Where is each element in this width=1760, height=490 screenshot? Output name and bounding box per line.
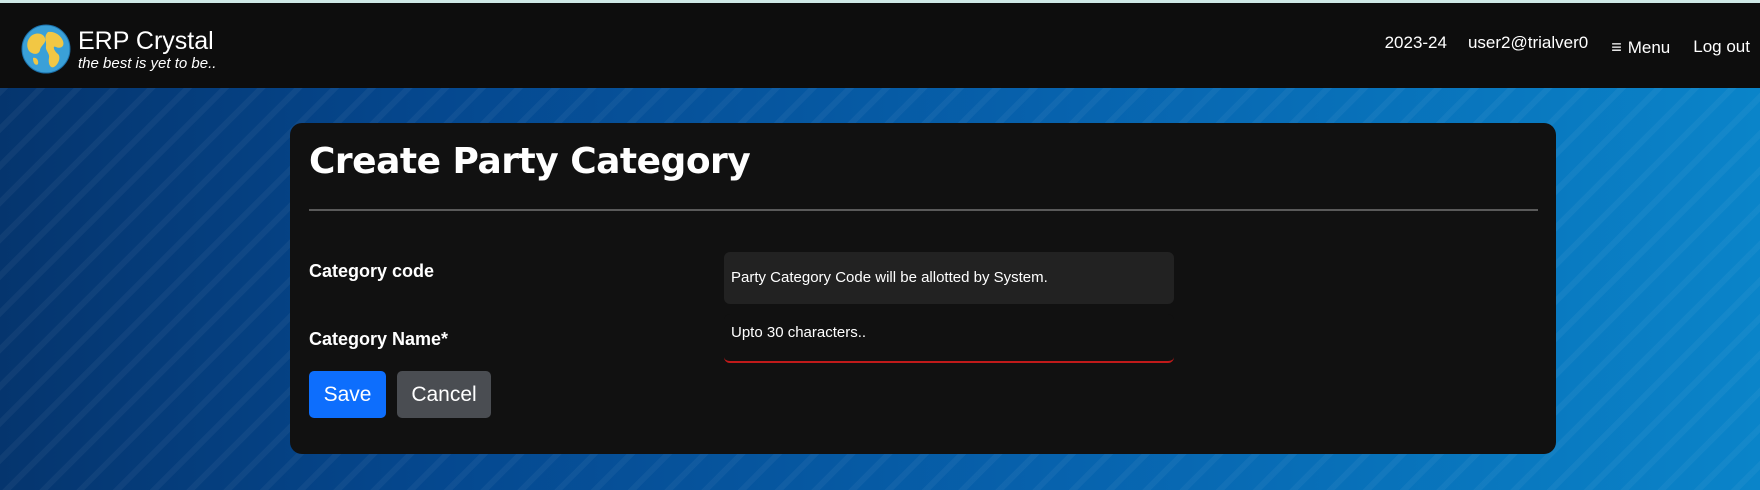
brand-title: ERP Crystal bbox=[78, 26, 214, 55]
form-card: Create Party Category Category code Part… bbox=[290, 123, 1556, 454]
menu-button[interactable]: ≡ Menu bbox=[1611, 37, 1670, 58]
globe-icon bbox=[21, 24, 71, 74]
fiscal-year[interactable]: 2023-24 bbox=[1385, 33, 1447, 53]
category-name-label: Category Name* bbox=[309, 329, 449, 349]
brand[interactable]: ERP Crystal the best is yet to be.. bbox=[21, 24, 216, 74]
cancel-button[interactable]: Cancel bbox=[397, 371, 491, 418]
menu-label: Menu bbox=[1627, 37, 1671, 57]
user-name[interactable]: user2@trialver0 bbox=[1468, 33, 1588, 53]
category-name-input[interactable] bbox=[724, 314, 1174, 363]
page-title: Create Party Category bbox=[309, 141, 751, 182]
logout-link[interactable]: Log out bbox=[1693, 37, 1750, 57]
navbar: ERP Crystal the best is yet to be.. 2023… bbox=[0, 3, 1760, 88]
category-code-field: Party Category Code will be allotted by … bbox=[724, 252, 1174, 304]
category-code-label: Category code bbox=[309, 261, 435, 281]
brand-tagline: the best is yet to be.. bbox=[78, 54, 217, 72]
hamburger-icon: ≡ bbox=[1611, 37, 1622, 57]
save-button[interactable]: Save bbox=[309, 371, 386, 418]
navbar-right: 2023-24 user2@trialver0 ≡ Menu Log out bbox=[1385, 33, 1750, 58]
title-divider bbox=[309, 209, 1538, 211]
